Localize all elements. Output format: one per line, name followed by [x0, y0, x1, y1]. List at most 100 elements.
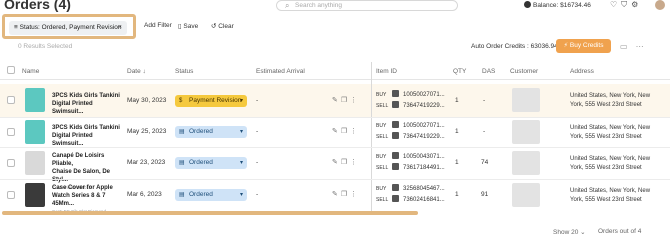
product-name[interactable]: 3PCS Kids Girls Tankini Digital Printed S… — [52, 92, 122, 116]
buy-credits-button[interactable]: ⚡ Buy Credits — [556, 39, 611, 53]
col-qty[interactable]: QTY — [453, 68, 466, 75]
cart-icon[interactable]: ⛉ — [621, 0, 631, 9]
horizontal-scrollbar[interactable] — [2, 211, 418, 215]
address-line1: United States, New York, New — [570, 188, 651, 194]
select-all-checkbox[interactable] — [7, 66, 15, 74]
copy-icon[interactable]: ❐ — [341, 97, 350, 104]
settings-icon[interactable]: ⚙ — [631, 0, 642, 9]
top-bar: Orders (4) ⌕ Search anything Balance: $1… — [0, 0, 670, 12]
page-size[interactable]: Show 20 ⌄ — [553, 228, 586, 236]
row-checkbox[interactable] — [7, 128, 15, 136]
customer-redacted — [512, 88, 540, 112]
estimated-arrival: - — [256, 97, 259, 104]
clear-filter-button[interactable]: ↺ Clear — [211, 22, 234, 30]
buy-label: BUY — [376, 123, 387, 129]
search-input[interactable]: ⌕ Search anything — [276, 0, 458, 11]
item-ids[interactable]: 32568045467... 73602416841... — [392, 184, 445, 206]
col-date-label: Date — [127, 68, 141, 75]
copy-icon[interactable]: ❐ — [341, 191, 350, 198]
col-customer[interactable]: Customer — [510, 68, 538, 75]
store-icon — [392, 184, 399, 191]
col-das[interactable]: DAS — [482, 68, 495, 75]
copy-icon[interactable]: ❐ — [341, 128, 350, 135]
col-date[interactable]: Date ↓ — [127, 68, 146, 75]
das-value: 91 — [481, 191, 489, 198]
col-status[interactable]: Status — [175, 68, 193, 75]
item-ids[interactable]: 10050043071... 73617184491... — [392, 152, 445, 174]
results-selected: 0 Results Selected — [18, 43, 73, 50]
status-filter-chip[interactable]: ≡ Status: Ordered, Payment Revision × — [9, 21, 127, 35]
status-dropdown[interactable]: ▤ Ordered ▾ — [175, 157, 247, 169]
customer-redacted — [512, 183, 540, 207]
store-icon — [392, 195, 399, 202]
address-line2: York, 555 West 23rd Street — [570, 102, 642, 108]
product-thumbnail — [25, 88, 45, 112]
address-line2: York, 555 West 23rd Street — [570, 165, 642, 171]
product-thumbnail — [25, 151, 45, 175]
more-icon[interactable]: ⋮ — [350, 128, 360, 135]
col-estimated-arrival[interactable]: Estimated Arrival — [256, 68, 305, 75]
buy-label: BUY — [376, 154, 387, 160]
item-ids[interactable]: 10050027071... 73647419229... — [392, 121, 445, 143]
status-dropdown[interactable]: ▤ Ordered ▾ — [175, 189, 247, 201]
dollar-icon: $ — [179, 98, 183, 104]
row-divider — [0, 117, 670, 118]
buy-sell-labels: BUY SELL — [376, 121, 388, 143]
col-address[interactable]: Address — [570, 68, 594, 75]
store-icon — [392, 121, 399, 128]
edit-icon[interactable]: ✎ — [332, 191, 341, 198]
product-thumbnail — [25, 120, 45, 144]
more-icon[interactable]: ⋯ — [636, 42, 652, 51]
status-dropdown[interactable]: $ Payment Revision ▾ — [175, 95, 247, 107]
row-checkbox[interactable] — [7, 96, 15, 104]
more-icon[interactable]: ⋮ — [350, 159, 360, 166]
chevron-down-icon: ▾ — [239, 160, 243, 166]
row-checkbox[interactable] — [7, 159, 15, 167]
quantity: 1 — [455, 191, 459, 198]
buy-label: BUY — [376, 92, 387, 98]
quantity: 1 — [455, 97, 459, 104]
product-name[interactable]: 3PCS Kids Girls Tankini Digital Printed S… — [52, 124, 122, 148]
buy-sell-labels: BUY SELL — [376, 184, 388, 206]
sell-label: SELL — [376, 197, 389, 203]
status-dropdown[interactable]: ▤ Ordered ▾ — [175, 126, 247, 138]
edit-icon[interactable]: ✎ — [332, 97, 341, 104]
show-label: Show — [553, 229, 570, 236]
store-icon — [392, 90, 399, 97]
edit-icon[interactable]: ✎ — [332, 128, 341, 135]
customer-redacted — [512, 120, 540, 144]
page-title: Orders (4) — [4, 0, 71, 12]
copy-icon[interactable]: ❐ — [341, 159, 350, 166]
col-item-id[interactable]: Item ID — [376, 68, 397, 75]
address: United States, New York, New York, 555 We… — [570, 124, 650, 142]
search-placeholder: Search anything — [295, 2, 342, 9]
table-header: Name Date ↓ Status Estimated Arrival Ite… — [0, 62, 670, 80]
document-icon: ▤ — [179, 129, 185, 135]
das-value: 74 — [481, 159, 489, 166]
status-label: Ordered — [189, 128, 213, 135]
row-checkbox[interactable] — [7, 191, 15, 199]
das-value: - — [483, 97, 486, 104]
more-icon[interactable]: ⋮ — [350, 97, 360, 104]
item-ids[interactable]: 10050027071... 73647419229... — [392, 90, 445, 112]
product-name-line2: Digital Printed Swimsuit... — [52, 101, 93, 115]
avatar[interactable] — [655, 0, 665, 10]
reset-icon: ↺ — [211, 23, 217, 30]
columns-icon[interactable]: ▭ — [620, 42, 636, 51]
address-line1: United States, New York, New — [570, 125, 651, 131]
row-actions: ✎❐⋮ — [332, 96, 360, 104]
order-date: Mar 23, 2023 — [127, 159, 166, 166]
buy-credits-label: Buy Credits — [569, 42, 604, 49]
edit-icon[interactable]: ✎ — [332, 159, 341, 166]
save-filter-button[interactable]: ▯ Save — [178, 22, 198, 30]
close-icon[interactable]: × — [118, 21, 122, 35]
buy-item-id: 32568045467... — [403, 186, 445, 192]
heart-icon[interactable]: ♡ — [610, 0, 621, 9]
col-name[interactable]: Name — [22, 68, 39, 75]
product-thumbnail — [25, 183, 45, 207]
more-icon[interactable]: ⋮ — [350, 191, 360, 198]
add-filter-button[interactable]: Add Filter — [144, 22, 172, 29]
product-name-line1: 3PCS Kids Girls Tankini — [52, 93, 120, 99]
active-filter-highlight: ≡ Status: Ordered, Payment Revision × — [2, 14, 136, 39]
document-icon: ▤ — [179, 160, 185, 166]
